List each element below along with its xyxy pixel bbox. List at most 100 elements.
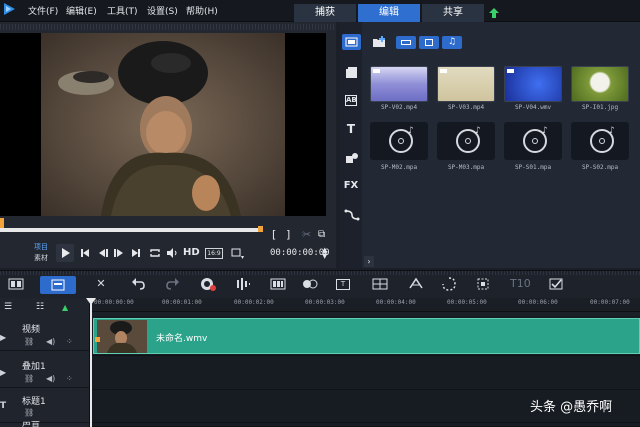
add-track-icon[interactable]: ▲ bbox=[62, 303, 68, 312]
add-folder-icon[interactable] bbox=[372, 36, 386, 48]
timeline-view-button[interactable] bbox=[40, 276, 76, 294]
photo-filter-icon bbox=[425, 39, 433, 46]
storyboard-view-icon[interactable] bbox=[8, 276, 24, 292]
letterbox-right bbox=[285, 33, 326, 216]
media-thumb-sp-v02[interactable] bbox=[370, 66, 428, 102]
tab-edit[interactable]: 编辑 bbox=[358, 4, 420, 22]
media-thumb-sp-i01[interactable] bbox=[571, 66, 629, 102]
watermark: 头条 @愚乔啊 bbox=[530, 400, 613, 415]
media-thumb-sp-m02[interactable]: ♪ bbox=[370, 122, 428, 160]
playhead[interactable] bbox=[90, 298, 92, 427]
go-to-start-icon[interactable] bbox=[80, 248, 90, 258]
show-video-button[interactable] bbox=[396, 36, 416, 49]
crop-zoom-icon[interactable] bbox=[475, 276, 491, 292]
ripple-icon[interactable]: ⁘ bbox=[66, 374, 73, 383]
mark-in-button[interactable]: [ bbox=[272, 228, 276, 241]
speed-time-lapse-icon[interactable] bbox=[408, 276, 424, 292]
link-icon[interactable]: ⛓ bbox=[24, 408, 34, 417]
ruler-tick: 00:00:05:00 bbox=[447, 299, 487, 306]
split-clip-icon[interactable]: ✂ bbox=[302, 228, 311, 241]
ripple-icon[interactable]: ⁘ bbox=[66, 337, 73, 346]
mute-icon[interactable]: ◀) bbox=[46, 337, 55, 346]
aspect-ratio-button[interactable]: 16:9 bbox=[205, 248, 223, 259]
media-thumb-sp-v04[interactable] bbox=[504, 66, 562, 102]
media-category-button[interactable] bbox=[342, 34, 361, 50]
playhead-handle[interactable] bbox=[86, 298, 96, 305]
media-thumb-sp-v03[interactable] bbox=[437, 66, 495, 102]
panel-grip[interactable] bbox=[0, 24, 336, 30]
graphics-icon[interactable] bbox=[344, 151, 360, 165]
mute-icon[interactable]: ◀) bbox=[46, 374, 55, 383]
expand-options-button[interactable]: › bbox=[364, 256, 374, 267]
repeat-icon[interactable] bbox=[149, 248, 161, 258]
preview-video-frame bbox=[41, 33, 285, 216]
instant-project-icon[interactable] bbox=[344, 66, 360, 80]
title-track-icon: T bbox=[0, 401, 7, 411]
timecode-display[interactable]: 00:00:00:00 bbox=[270, 248, 330, 258]
ruler-tick: 00:00:04:00 bbox=[376, 299, 416, 306]
media-label-sp-v03: SP-V03.mp4 bbox=[447, 104, 485, 111]
ruler-tick: 00:00:07:00 bbox=[590, 299, 630, 306]
motion-tracking-icon[interactable] bbox=[302, 276, 318, 292]
timeline-grip[interactable] bbox=[0, 271, 640, 275]
media-thumb-sp-s02[interactable]: ♪ bbox=[571, 122, 629, 160]
transition-icon[interactable]: AB bbox=[345, 95, 357, 106]
display-options-icon[interactable] bbox=[231, 248, 245, 260]
track-manager-icon[interactable]: ☰ bbox=[4, 302, 12, 312]
title-icon[interactable]: T bbox=[343, 122, 359, 136]
tab-share[interactable]: 共享 bbox=[422, 4, 484, 22]
mark-out-button[interactable]: ] bbox=[286, 228, 290, 241]
mark-out-handle[interactable] bbox=[258, 226, 263, 232]
voice-lane[interactable] bbox=[91, 423, 640, 427]
link-icon[interactable]: ⛓ bbox=[24, 337, 34, 346]
auto-music-icon[interactable] bbox=[270, 276, 286, 292]
mode-clip-label[interactable]: 素材 bbox=[34, 253, 48, 263]
go-to-end-icon[interactable] bbox=[131, 248, 141, 258]
title-template-icon[interactable]: T10 bbox=[510, 276, 531, 292]
volume-icon[interactable] bbox=[166, 248, 178, 258]
undo-icon[interactable] bbox=[130, 276, 146, 292]
filter-icon[interactable]: FX bbox=[343, 180, 359, 194]
audio-filter-icon: ♫ bbox=[447, 37, 457, 47]
media-label-sp-m02: SP-M02.mpa bbox=[380, 164, 418, 171]
chapter-menu-icon[interactable]: ☷ bbox=[36, 302, 44, 312]
tab-capture[interactable]: 捕获 bbox=[294, 4, 356, 22]
show-audio-button[interactable]: ♫ bbox=[442, 36, 462, 49]
multi-camera-icon[interactable] bbox=[372, 276, 388, 292]
sound-mixer-icon[interactable] bbox=[235, 276, 251, 292]
tools-icon[interactable]: ✕ bbox=[93, 276, 109, 292]
app-logo-icon bbox=[4, 3, 15, 15]
menu-tools[interactable]: 工具(T) bbox=[107, 4, 138, 17]
enlarge-preview-icon[interactable]: ⧉ bbox=[318, 229, 325, 240]
play-icon bbox=[62, 248, 70, 258]
mask-creator-icon[interactable] bbox=[441, 276, 457, 292]
media-label-sp-s01: SP-S01.mpa bbox=[514, 164, 552, 171]
path-icon[interactable] bbox=[344, 208, 360, 222]
previous-frame-icon[interactable] bbox=[98, 248, 108, 258]
record-capture-icon[interactable] bbox=[200, 276, 216, 292]
upload-arrow-icon[interactable] bbox=[488, 7, 500, 19]
menu-help[interactable]: 帮助(H) bbox=[186, 4, 218, 17]
menu-edit[interactable]: 编辑(E) bbox=[66, 4, 97, 17]
checklist-icon[interactable] bbox=[548, 276, 564, 292]
link-icon[interactable]: ⛓ bbox=[24, 374, 34, 383]
show-photo-button[interactable] bbox=[419, 36, 439, 49]
menu-settings[interactable]: 设置(S) bbox=[147, 4, 178, 17]
play-button[interactable] bbox=[56, 244, 74, 262]
mark-in-handle[interactable] bbox=[0, 218, 4, 228]
mode-project-label[interactable]: 项目 bbox=[34, 242, 48, 252]
scrub-bar[interactable] bbox=[0, 228, 262, 232]
media-thumb-sp-m03[interactable]: ♪ bbox=[437, 122, 495, 160]
letterbox-left bbox=[0, 33, 41, 216]
next-frame-icon[interactable] bbox=[114, 248, 124, 258]
video-track-icon: ▶ bbox=[0, 333, 7, 342]
menu-file[interactable]: 文件(F) bbox=[28, 4, 58, 17]
redo-icon[interactable] bbox=[165, 276, 181, 292]
hd-button[interactable]: HD bbox=[183, 247, 200, 258]
media-label-sp-s02: SP-S02.mpa bbox=[581, 164, 619, 171]
timecode-stepper[interactable]: ▲ ▼ bbox=[322, 247, 327, 260]
track-name-voice: 声音 bbox=[22, 421, 41, 427]
overlay-lane[interactable] bbox=[91, 356, 640, 390]
subtitle-editor-icon[interactable]: T bbox=[336, 279, 350, 290]
media-thumb-sp-s01[interactable]: ♪ bbox=[504, 122, 562, 160]
